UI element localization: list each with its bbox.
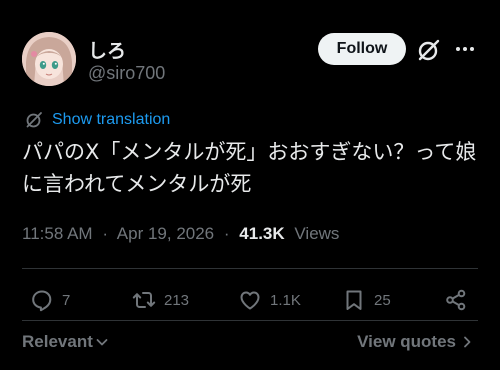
meta-separator: ·	[102, 224, 108, 243]
share-icon	[446, 289, 466, 311]
view-quotes-label: View quotes	[357, 332, 456, 351]
bookmark-icon	[346, 290, 362, 310]
like-count: 1.1K	[270, 291, 301, 309]
tweet-time[interactable]: 11:58 AM	[22, 224, 93, 243]
bookmark-count: 25	[374, 291, 391, 309]
repost-count: 213	[164, 291, 190, 309]
avatar[interactable]	[22, 32, 76, 86]
chevron-right-icon	[464, 336, 471, 348]
divider	[22, 320, 478, 321]
tweet-date[interactable]: Apr 19, 2026	[117, 224, 214, 243]
more-icon[interactable]	[452, 36, 478, 62]
sort-dropdown[interactable]: Relevant	[22, 332, 109, 352]
reply-button[interactable]: 7	[30, 286, 70, 314]
repost-icon	[132, 292, 156, 308]
divider	[22, 268, 478, 269]
user-handle[interactable]: @siro700	[88, 63, 165, 84]
bookmark-button[interactable]: 25	[342, 286, 391, 314]
like-icon	[240, 291, 260, 310]
translate-icon	[26, 112, 42, 128]
show-translation-link[interactable]: Show translation	[24, 109, 170, 131]
chevron-down-icon	[96, 339, 108, 346]
like-button[interactable]: 1.1K	[238, 286, 301, 314]
views-label: Views	[294, 224, 340, 243]
tweet-detail: しろ @siro700 Follow Show translation パパのX…	[0, 0, 500, 370]
follow-button[interactable]: Follow	[318, 33, 406, 65]
sort-label: Relevant	[22, 332, 93, 351]
share-button[interactable]	[444, 286, 468, 314]
reply-icon	[32, 290, 52, 312]
repost-button[interactable]: 213	[132, 286, 189, 314]
show-translation-label: Show translation	[52, 111, 171, 128]
reply-count: 7	[62, 291, 71, 309]
display-name[interactable]: しろ	[88, 36, 126, 63]
view-quotes-link[interactable]: View quotes	[357, 332, 474, 352]
grok-icon[interactable]	[415, 36, 443, 64]
views-count: 41.3K	[239, 224, 285, 243]
meta-separator: ·	[223, 224, 230, 243]
tweet-text: パパのX「メンタルが死」おおすぎない？って娘に言われてメンタルが死	[22, 140, 477, 196]
tweet-meta: 11:58 AM · Apr 19, 2026 · 41.3K Views	[22, 224, 339, 244]
